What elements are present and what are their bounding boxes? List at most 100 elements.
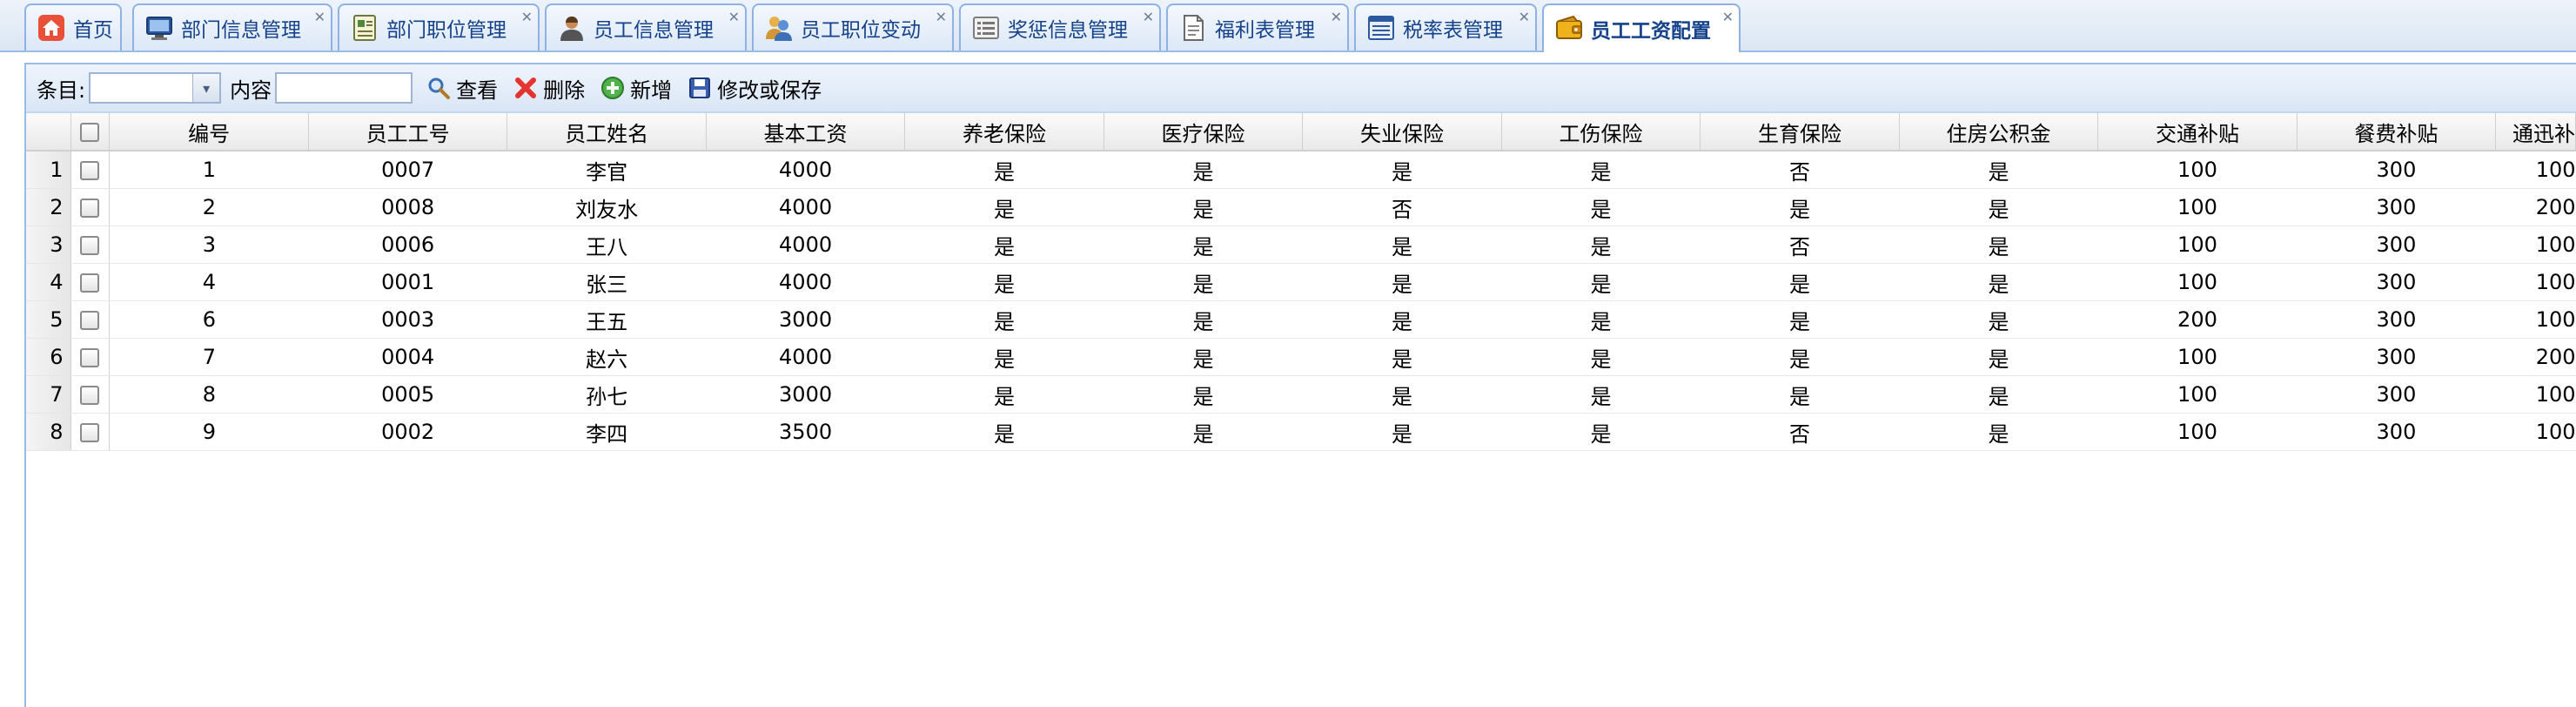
chevron-down-icon[interactable]: ▾ — [192, 74, 220, 102]
table-cell: 是 — [1899, 151, 2098, 189]
save-button[interactable]: 修改或保存 — [682, 71, 827, 105]
add-button[interactable]: 新增 — [595, 71, 677, 105]
table-cell: 100 — [2097, 151, 2298, 189]
row-select-cell[interactable] — [70, 151, 111, 189]
app-window: 首页 部门信息管理 ✕ 部门职位管理 ✕ 员工信息管理 ✕ 员工职位变动 ✕ 奖… — [0, 0, 2576, 707]
close-icon[interactable]: ✕ — [314, 10, 325, 24]
table-row[interactable]: 2 2 0008 刘友水 4000 是是否是是是 100 300 200 — [26, 188, 2576, 226]
list-icon — [973, 17, 999, 39]
column-header[interactable]: 餐费补贴 — [2297, 113, 2497, 152]
column-header[interactable]: 住房公积金 — [1899, 113, 2099, 152]
table-row[interactable]: 8 9 0002 李四 3500 是是是是否是 100 300 100 — [26, 413, 2576, 451]
table-cell: 李官 — [506, 151, 707, 189]
tab-label: 福利表管理 — [1215, 19, 1315, 42]
table-cell: 100 — [2495, 413, 2576, 451]
row-checkbox[interactable] — [80, 348, 100, 367]
view-button[interactable]: 查看 — [421, 71, 503, 105]
row-select-cell[interactable] — [70, 226, 111, 264]
row-checkbox[interactable] — [80, 199, 100, 218]
content-input[interactable] — [275, 72, 413, 104]
table-cell: 0003 — [308, 300, 507, 339]
row-select-cell[interactable] — [70, 338, 111, 376]
column-header[interactable]: 员工工号 — [308, 113, 508, 152]
toolbar: 条目: ▾ 内容 查看 删除 新增 修改或保存 — [26, 64, 2576, 113]
table-cell: 7 — [109, 338, 309, 376]
row-select-cell[interactable] — [70, 375, 111, 414]
salary-config-table: 编号 员工工号 员工姓名 基本工资 养老保险 医疗保险 失业保险 工伤保险 生育… — [26, 113, 2576, 451]
tab-welfare[interactable]: 福利表管理 ✕ — [1166, 3, 1349, 50]
select-all-checkbox[interactable] — [80, 123, 100, 142]
row-checkbox[interactable] — [80, 236, 100, 255]
tab-employee-position-change[interactable]: 员工职位变动 ✕ — [752, 3, 954, 50]
row-checkbox[interactable] — [80, 273, 100, 293]
column-header[interactable]: 工伤保险 — [1501, 113, 1701, 152]
close-icon[interactable]: ✕ — [1722, 10, 1734, 24]
close-icon[interactable]: ✕ — [1519, 10, 1530, 24]
table-row[interactable]: 1 1 0007 李官 4000 是是是是否是 100 300 100 — [26, 151, 2576, 189]
monitor-icon — [146, 17, 172, 40]
tab-department-position[interactable]: 部门职位管理 ✕ — [338, 3, 540, 50]
column-header[interactable]: 员工姓名 — [506, 113, 707, 152]
column-header[interactable]: 生育保险 — [1700, 113, 1900, 152]
tab-label: 员工工资配置 — [1591, 20, 1711, 43]
row-select-cell[interactable] — [70, 413, 111, 451]
search-icon — [428, 77, 451, 99]
close-icon[interactable]: ✕ — [936, 10, 947, 24]
table-row[interactable]: 7 8 0005 孙七 3000 是是是是是是 100 300 100 — [26, 375, 2576, 414]
close-icon[interactable]: ✕ — [728, 10, 740, 24]
row-checkbox[interactable] — [80, 386, 100, 405]
table-cell: 是 — [1899, 263, 2098, 301]
column-header[interactable]: 通迅补 — [2495, 113, 2576, 152]
row-select-cell[interactable] — [70, 300, 111, 339]
table-cell: 是 — [1302, 338, 1502, 376]
close-icon[interactable]: ✕ — [521, 10, 533, 24]
tab-home[interactable]: 首页 — [24, 3, 122, 50]
column-header[interactable]: 交通补贴 — [2097, 113, 2298, 152]
tab-reward-punishment[interactable]: 奖惩信息管理 ✕ — [959, 3, 1161, 50]
tab-department-info[interactable]: 部门信息管理 ✕ — [132, 3, 332, 50]
table-cell: 3000 — [706, 375, 905, 414]
row-checkbox[interactable] — [80, 423, 100, 442]
item-select[interactable]: ▾ — [89, 72, 222, 104]
table-cell: 300 — [2297, 151, 2496, 189]
table-cell: 4000 — [706, 338, 905, 376]
column-header[interactable]: 医疗保险 — [1104, 113, 1304, 152]
table-cell: 200 — [2495, 338, 2576, 376]
row-select-cell[interactable] — [70, 188, 111, 226]
row-checkbox[interactable] — [80, 161, 100, 180]
table-cell: 是 — [904, 226, 1104, 264]
table-row[interactable]: 4 4 0001 张三 4000 是是是是是是 100 300 100 — [26, 263, 2576, 301]
row-checkbox[interactable] — [80, 311, 100, 330]
column-header[interactable]: 编号 — [109, 113, 309, 152]
select-all-cell[interactable] — [70, 113, 111, 152]
row-number: 2 — [26, 188, 71, 226]
delete-button[interactable]: 删除 — [508, 71, 590, 105]
table-cell: 是 — [1899, 375, 2098, 414]
table-cell: 100 — [2495, 226, 2576, 264]
tab-salary-config[interactable]: 员工工资配置 ✕ — [1542, 3, 1741, 52]
row-select-cell[interactable] — [70, 263, 111, 301]
column-header[interactable]: 失业保险 — [1302, 113, 1502, 152]
table-cell: 0006 — [308, 226, 507, 264]
close-icon[interactable]: ✕ — [1331, 10, 1342, 24]
table-row[interactable]: 3 3 0006 王八 4000 是是是是否是 100 300 100 — [26, 226, 2576, 264]
table-row[interactable]: 6 7 0004 赵六 4000 是是是是是是 100 300 200 — [26, 338, 2576, 376]
column-header[interactable]: 养老保险 — [904, 113, 1104, 152]
table-cell: 4 — [109, 263, 309, 301]
tab-label: 首页 — [73, 19, 113, 42]
table-row[interactable]: 5 6 0003 王五 3000 是是是是是是 200 300 100 — [26, 300, 2576, 339]
tab-tax-rate[interactable]: 税率表管理 ✕ — [1354, 3, 1537, 50]
column-header[interactable]: 基本工资 — [706, 113, 906, 152]
table-cell: 王八 — [506, 226, 707, 264]
home-icon — [38, 15, 64, 41]
table-cell: 300 — [2297, 263, 2496, 301]
table-cell: 4000 — [706, 226, 905, 264]
table-cell: 是 — [1302, 226, 1502, 264]
table-cell: 是 — [1104, 188, 1303, 226]
table-cell: 是 — [1501, 375, 1701, 414]
table-cell: 100 — [2097, 226, 2298, 264]
table-cell: 是 — [1700, 338, 1900, 376]
close-icon[interactable]: ✕ — [1143, 10, 1154, 24]
table-cell: 100 — [2495, 263, 2576, 301]
tab-employee-info[interactable]: 员工信息管理 ✕ — [545, 3, 747, 50]
